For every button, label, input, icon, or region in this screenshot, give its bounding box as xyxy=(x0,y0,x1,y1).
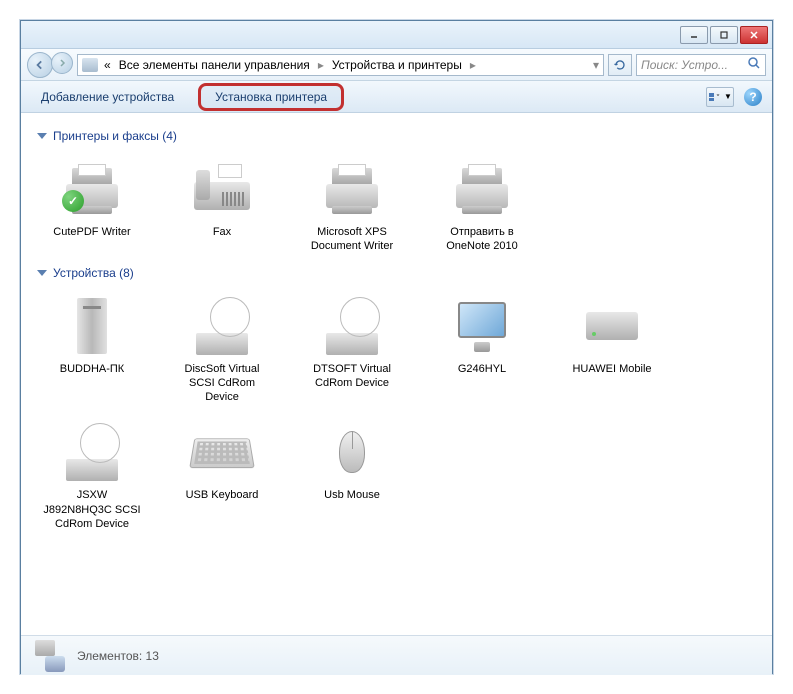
close-button[interactable] xyxy=(740,26,768,44)
device-xps-writer[interactable]: Microsoft XPS Document Writer xyxy=(297,153,407,258)
maximize-button[interactable] xyxy=(710,26,738,44)
chevron-right-icon: ▸ xyxy=(316,58,326,72)
address-dropdown-icon[interactable]: ▾ xyxy=(593,58,599,72)
section-header-devices[interactable]: Устройства (8) xyxy=(37,266,756,280)
cdrom-icon xyxy=(62,423,122,481)
section-header-printers[interactable]: Принтеры и факсы (4) xyxy=(37,129,756,143)
printer-icon xyxy=(322,164,382,214)
nav-forward-button[interactable] xyxy=(51,52,73,74)
device-dtsoft-cdrom[interactable]: DTSOFT Virtual CdRom Device xyxy=(297,290,407,409)
device-label: Microsoft XPS Document Writer xyxy=(301,225,403,254)
breadcrumb-prefix: « xyxy=(102,58,113,72)
chevron-right-icon: ▸ xyxy=(468,58,478,72)
printer-default-icon: ✓ xyxy=(62,164,122,214)
device-cutepdf-writer[interactable]: ✓ CutePDF Writer xyxy=(37,153,147,258)
device-label: Usb Mouse xyxy=(324,488,380,502)
monitor-icon xyxy=(454,300,510,352)
device-label: G246HYL xyxy=(458,362,506,376)
collapse-icon[interactable] xyxy=(37,133,47,139)
mouse-icon xyxy=(335,427,369,477)
cdrom-icon xyxy=(192,297,252,355)
titlebar xyxy=(21,21,772,49)
view-options-button[interactable]: ▼ xyxy=(706,87,734,107)
add-printer-button[interactable]: Установка принтера xyxy=(198,83,344,111)
device-discsoft-cdrom[interactable]: DiscSoft Virtual SCSI CdRom Device xyxy=(167,290,277,409)
device-label: DiscSoft Virtual SCSI CdRom Device xyxy=(171,362,273,405)
device-label: Отправить в OneNote 2010 xyxy=(431,225,533,254)
devices-category-icon xyxy=(33,640,65,672)
status-bar: Элементов: 13 xyxy=(21,635,772,675)
devices-grid: BUDDHA-ПК DiscSoft Virtual SCSI CdRom De… xyxy=(37,290,756,536)
add-device-button[interactable]: Добавление устройства xyxy=(31,86,184,108)
collapse-icon[interactable] xyxy=(37,270,47,276)
fax-icon xyxy=(192,164,252,214)
section-title: Принтеры и факсы (4) xyxy=(53,129,177,143)
device-jsxw-cdrom[interactable]: JSXW J892N8HQ3C SCSI CdRom Device xyxy=(37,416,147,535)
device-label: USB Keyboard xyxy=(186,488,259,502)
device-buddha-pc[interactable]: BUDDHA-ПК xyxy=(37,290,147,409)
keyboard-icon xyxy=(189,439,255,469)
device-onenote[interactable]: Отправить в OneNote 2010 xyxy=(427,153,537,258)
command-toolbar: Добавление устройства Установка принтера… xyxy=(21,81,772,113)
device-g246hyl-monitor[interactable]: G246HYL xyxy=(427,290,537,409)
navigation-bar: « Все элементы панели управления ▸ Устро… xyxy=(21,49,772,81)
breadcrumb-devices-printers[interactable]: Устройства и принтеры xyxy=(330,58,464,72)
printers-grid: ✓ CutePDF Writer Fax Microsoft XPS Docum… xyxy=(37,153,756,258)
device-label: JSXW J892N8HQ3C SCSI CdRom Device xyxy=(41,488,143,531)
breadcrumb-control-panel[interactable]: Все элементы панели управления xyxy=(117,58,312,72)
item-count-label: Элементов: 13 xyxy=(77,649,159,663)
section-title: Устройства (8) xyxy=(53,266,134,280)
device-fax[interactable]: Fax xyxy=(167,153,277,258)
help-button[interactable]: ? xyxy=(744,88,762,106)
device-huawei-mobile[interactable]: HUAWEI Mobile xyxy=(557,290,667,409)
address-bar[interactable]: « Все элементы панели управления ▸ Устро… xyxy=(77,54,604,76)
drive-icon xyxy=(584,306,640,346)
search-placeholder: Поиск: Устро... xyxy=(641,58,728,72)
device-label: BUDDHA-ПК xyxy=(60,362,124,376)
refresh-button[interactable] xyxy=(608,54,632,76)
minimize-button[interactable] xyxy=(680,26,708,44)
search-icon xyxy=(747,56,761,73)
explorer-window: « Все элементы панели управления ▸ Устро… xyxy=(20,20,773,674)
nav-back-button[interactable] xyxy=(27,52,53,78)
content-area: Принтеры и факсы (4) ✓ CutePDF Writer Fa… xyxy=(21,113,772,635)
cdrom-icon xyxy=(322,297,382,355)
device-usb-keyboard[interactable]: USB Keyboard xyxy=(167,416,277,535)
computer-tower-icon xyxy=(69,296,115,356)
search-input[interactable]: Поиск: Устро... xyxy=(636,54,766,76)
device-usb-mouse[interactable]: Usb Mouse xyxy=(297,416,407,535)
printer-icon xyxy=(452,164,512,214)
device-label: Fax xyxy=(213,225,231,239)
device-label: DTSOFT Virtual CdRom Device xyxy=(301,362,403,391)
device-label: CutePDF Writer xyxy=(53,225,130,239)
device-label: HUAWEI Mobile xyxy=(572,362,651,376)
control-panel-icon xyxy=(82,58,98,72)
